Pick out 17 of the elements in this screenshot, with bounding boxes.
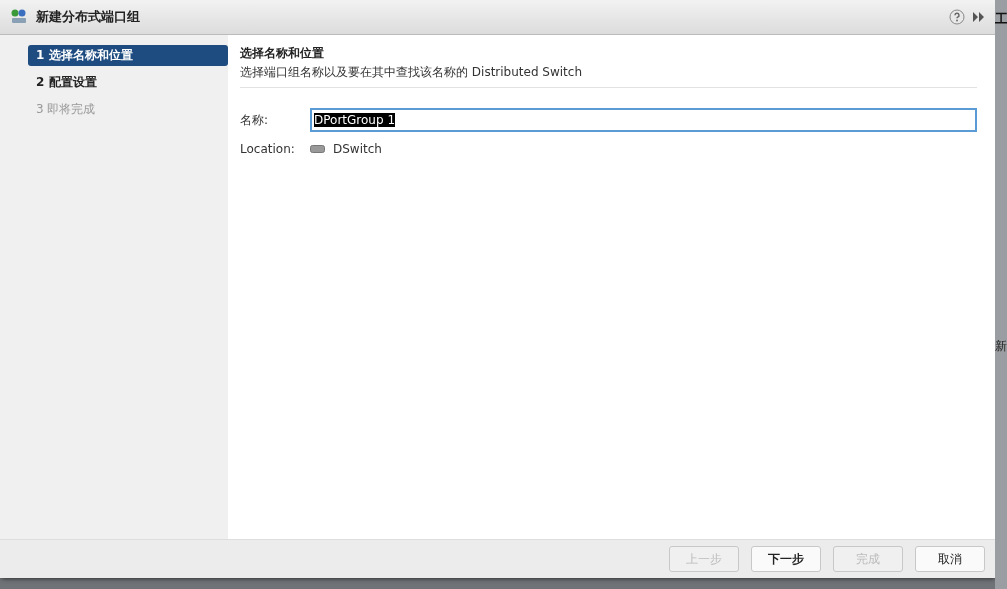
location-label: Location: [240, 142, 296, 156]
background-text: 新 [995, 338, 1007, 355]
wizard-button[interactable]: 取消 [915, 546, 985, 572]
wizard-button[interactable]: 下一步 [751, 546, 821, 572]
expand-icon[interactable] [973, 12, 985, 22]
page-title: 选择名称和位置 [240, 45, 325, 62]
step-item[interactable]: 2 配置设置 [28, 72, 228, 93]
name-field[interactable]: DPortGroup 1 [310, 108, 977, 132]
name-label: 名称: [240, 111, 270, 129]
network-icon [10, 8, 28, 26]
location-value: DSwitch [333, 142, 382, 156]
page-subtitle: 选择端口组名称以及要在其中查找该名称的 Distributed Switch [240, 64, 584, 81]
window-title: 新建分布式端口组 [36, 8, 140, 26]
switch-icon [310, 145, 325, 153]
help-icon[interactable] [949, 9, 965, 25]
step-item[interactable]: 1 选择名称和位置 [28, 45, 228, 66]
background-text: 工 [995, 10, 1007, 28]
